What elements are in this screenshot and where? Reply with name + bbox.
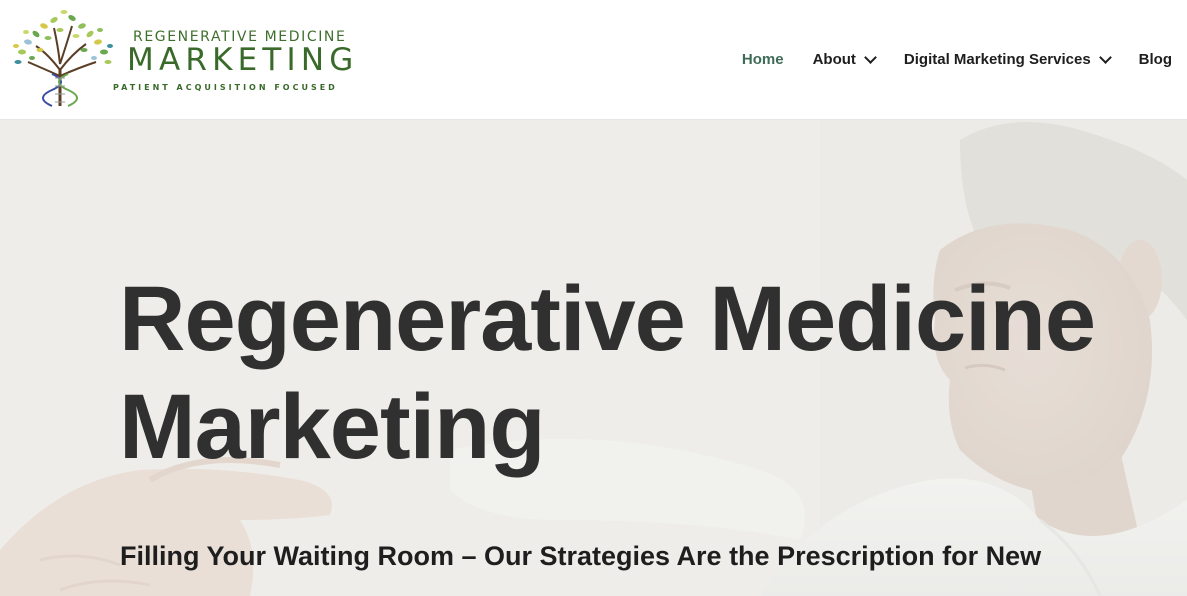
nav-item-about[interactable]: About (812, 50, 877, 68)
main-navigation: Home About Digital Marketing Services Bl… (713, 48, 1172, 70)
site-logo[interactable]: REGENERATIVE MEDICINE MARKETING PATIENT … (10, 6, 370, 114)
nav-item-digital-marketing-services[interactable]: Digital Marketing Services (903, 50, 1112, 68)
hero-subtitle: Filling Your Waiting Room – Our Strategi… (120, 541, 1042, 571)
nav-item-label: About (812, 50, 856, 68)
chevron-down-icon (864, 50, 877, 64)
hero-title: Regenerative Medicine Marketing (119, 268, 1096, 478)
logo-tagline: PATIENT ACQUISITION FOCUSED (113, 83, 338, 92)
nav-item-blog[interactable]: Blog (1139, 51, 1172, 68)
nav-item-label: Home (741, 50, 784, 68)
tree-dna-icon (13, 10, 113, 107)
logo-main-text: MARKETING (127, 42, 359, 78)
hero-section: Regenerative Medicine Marketing Filling … (0, 120, 1187, 596)
nav-item-label: Digital Marketing Services (903, 50, 1091, 68)
chevron-down-icon (1098, 50, 1112, 64)
nav-item-home[interactable]: Home (742, 51, 784, 68)
site-header: REGENERATIVE MEDICINE MARKETING PATIENT … (0, 0, 1187, 120)
nav-item-label: Blog (1138, 50, 1172, 68)
